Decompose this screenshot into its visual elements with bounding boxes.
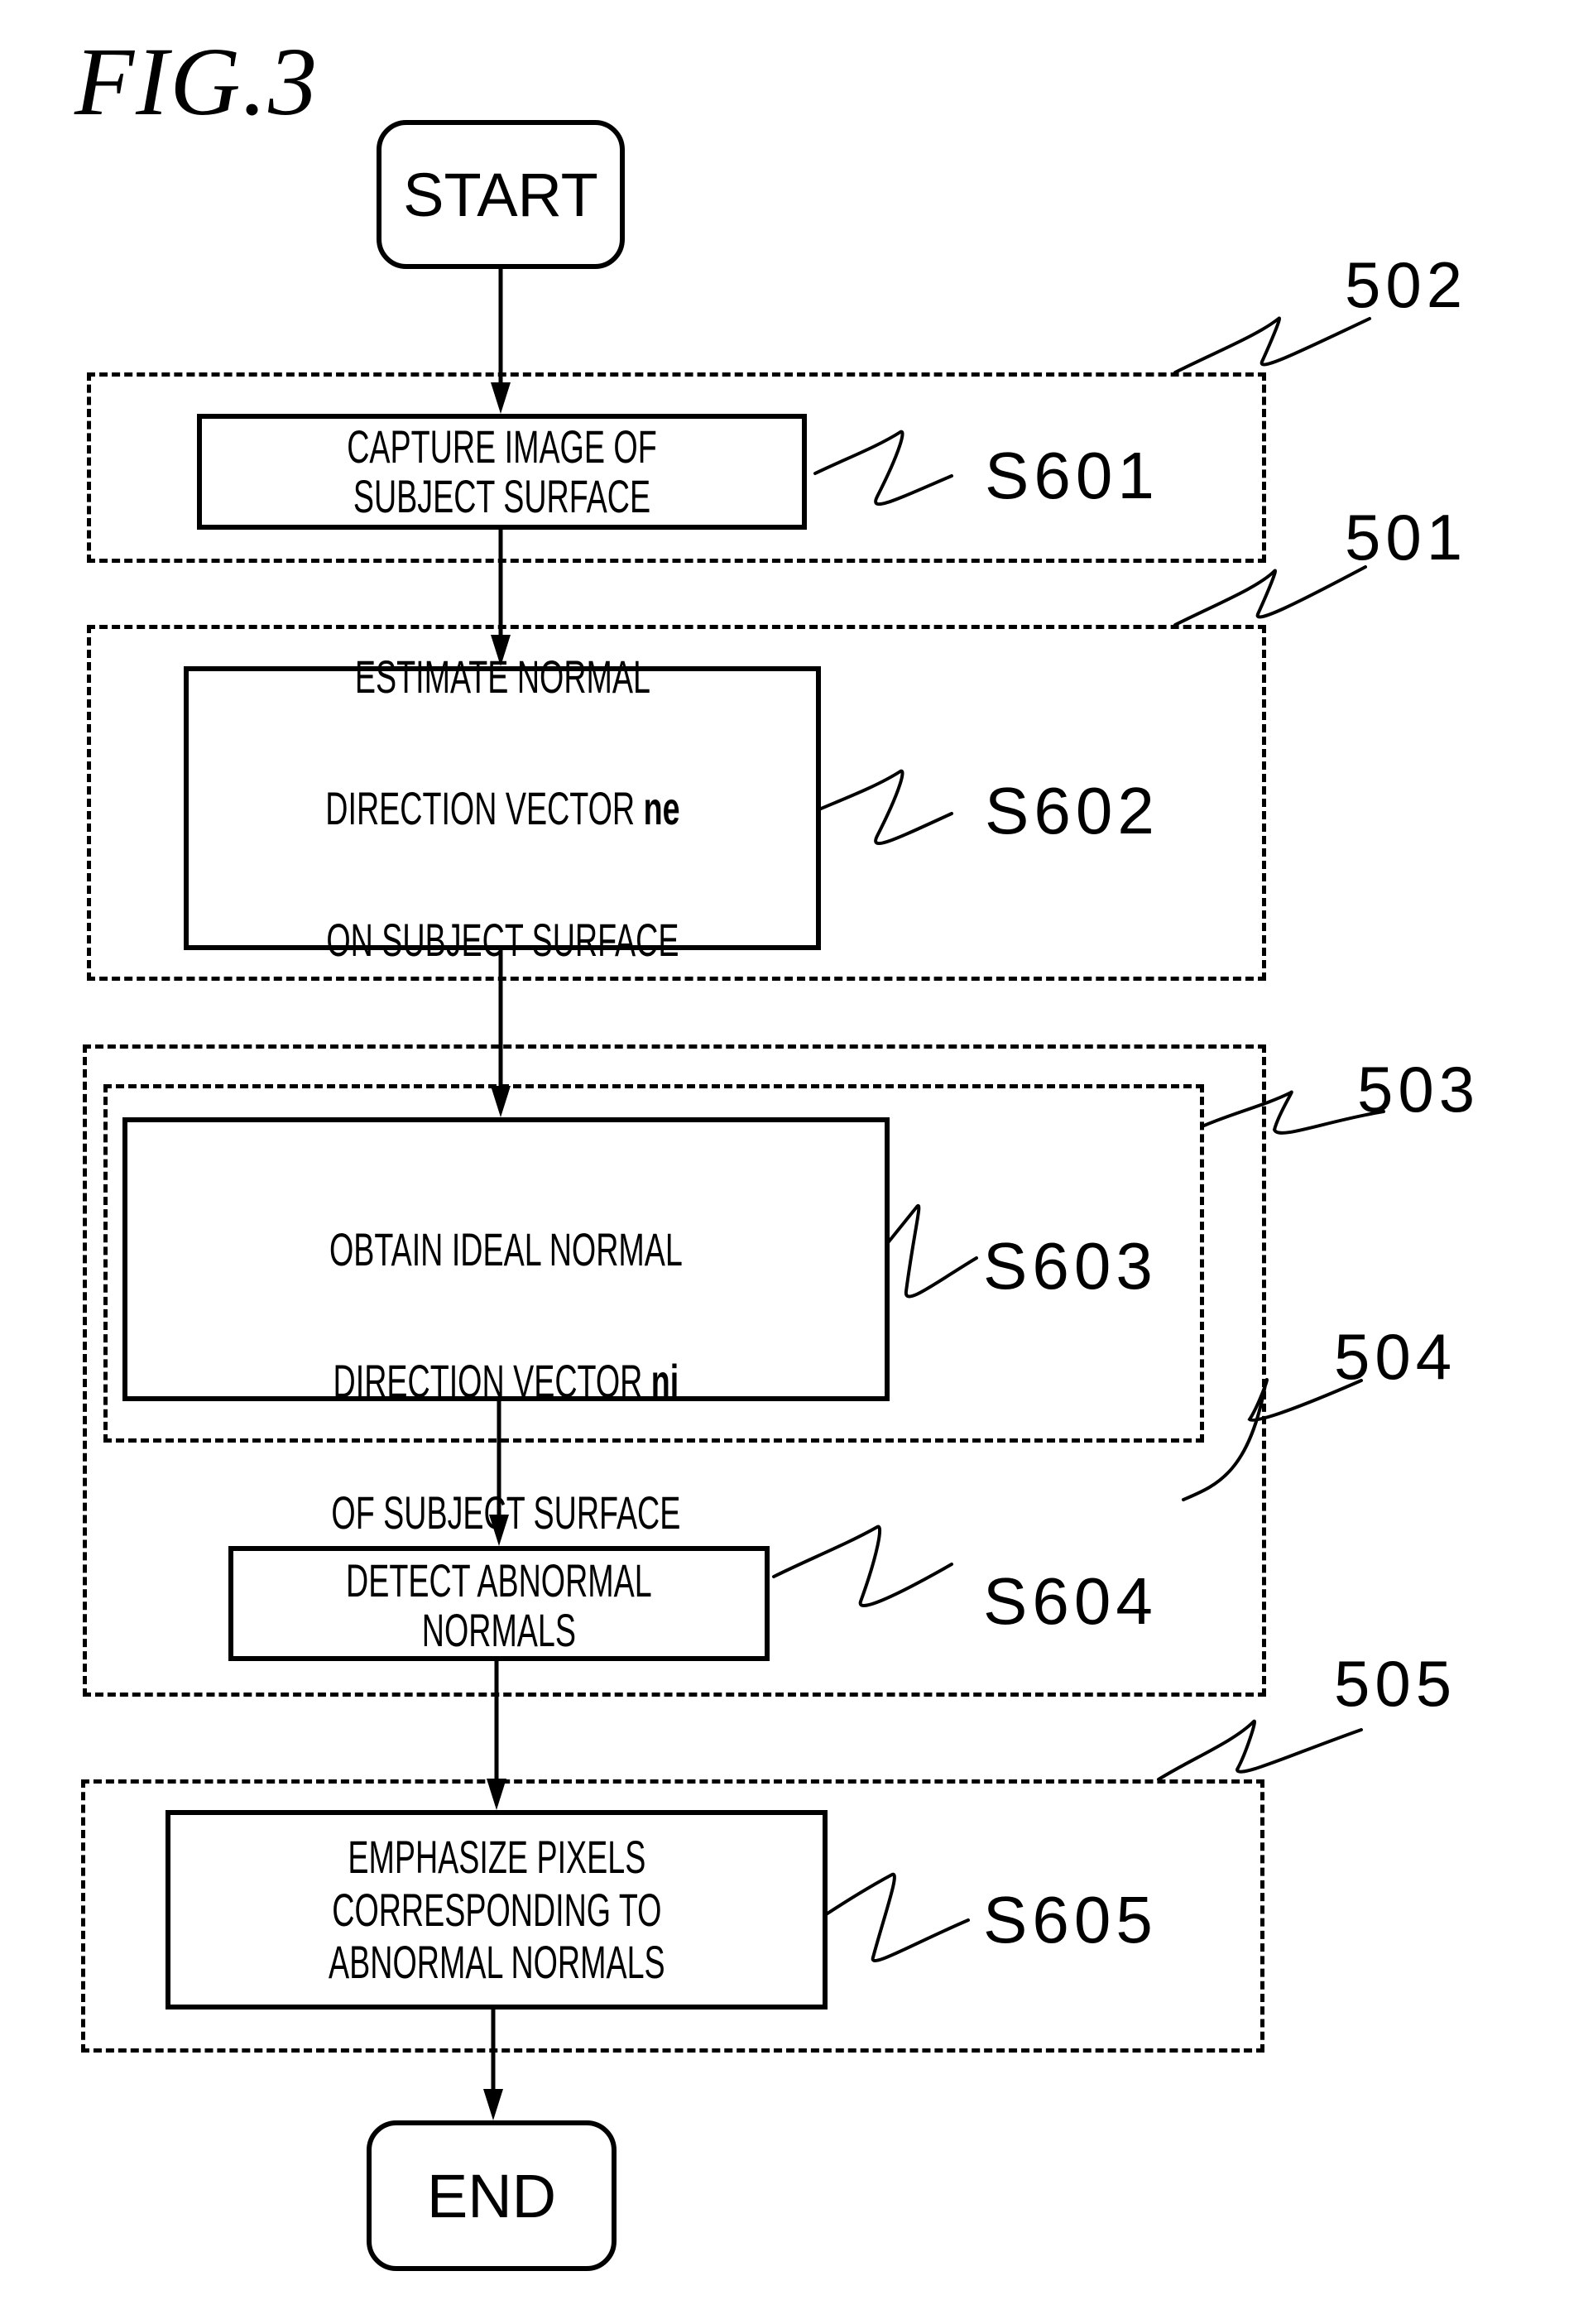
end-terminal: END	[367, 2120, 617, 2271]
step-s602-line-1: ESTIMATE NORMAL	[354, 650, 650, 703]
vector-ne: ne	[643, 781, 680, 834]
step-s605-line-1: EMPHASIZE PIXELS	[348, 1830, 645, 1883]
step-id-s601: S601	[985, 439, 1159, 512]
step-s601-line-2: SUBJECT SURFACE	[353, 470, 651, 522]
ref-503: 503	[1357, 1053, 1480, 1126]
vector-ni: ni	[650, 1354, 679, 1407]
step-s605-line-3: ABNORMAL NORMALS	[328, 1936, 665, 1989]
leader-501	[1173, 565, 1367, 627]
leader-504	[1182, 1378, 1363, 1501]
leader-s604	[772, 1525, 953, 1607]
leader-s602	[813, 769, 953, 845]
start-label: START	[403, 160, 598, 229]
step-s605-box: EMPHASIZE PIXELS CORRESPONDING TO ABNORMAL…	[166, 1810, 828, 2009]
ref-501: 501	[1345, 501, 1468, 574]
arrowhead-end	[483, 2089, 503, 2120]
step-s603-box: OBTAIN IDEAL NORMAL DIRECTION VECTOR ni …	[122, 1117, 890, 1539]
ref-504: 504	[1334, 1320, 1457, 1393]
leader-505	[1157, 1719, 1363, 1781]
step-id-s603: S603	[983, 1229, 1158, 1303]
step-s604-line-1: DETECT ABNORMAL	[346, 1554, 652, 1606]
step-s603-line-1: OBTAIN IDEAL NORMAL	[329, 1222, 683, 1275]
leader-s601	[813, 430, 953, 507]
step-s603-line-2: DIRECTION VECTOR ni	[333, 1354, 679, 1407]
step-id-s604: S604	[983, 1564, 1158, 1638]
step-s604-line-2: NORMALS	[421, 1604, 577, 1657]
leader-502	[1173, 316, 1371, 374]
step-s602-line-3: ON SUBJECT SURFACE	[325, 913, 679, 966]
arrowhead-s603	[491, 1086, 511, 1117]
arrowhead-s601	[491, 382, 511, 414]
step-id-s602: S602	[985, 774, 1159, 847]
step-s602-box: ESTIMATE NORMAL DIRECTION VECTOR ne ON S…	[184, 651, 821, 966]
step-s604-box: DETECT ABNORMAL NORMALS	[228, 1546, 770, 1661]
arrowhead-s605	[487, 1779, 506, 1810]
step-s601-box: CAPTURE IMAGE OF SUBJECT SURFACE	[197, 414, 807, 530]
start-terminal: START	[377, 120, 625, 269]
ref-505: 505	[1334, 1647, 1457, 1720]
step-s605-line-2: CORRESPONDING TO	[331, 1883, 662, 1936]
leader-s605	[809, 1872, 970, 1962]
ref-502: 502	[1345, 248, 1468, 321]
step-id-s605: S605	[983, 1883, 1158, 1957]
step-s601-line-1: CAPTURE IMAGE OF	[347, 420, 657, 473]
step-s603-line-3: OF SUBJECT SURFACE	[331, 1486, 681, 1539]
step-s602-line-2: DIRECTION VECTOR ne	[324, 781, 680, 834]
end-label: END	[426, 2161, 557, 2230]
